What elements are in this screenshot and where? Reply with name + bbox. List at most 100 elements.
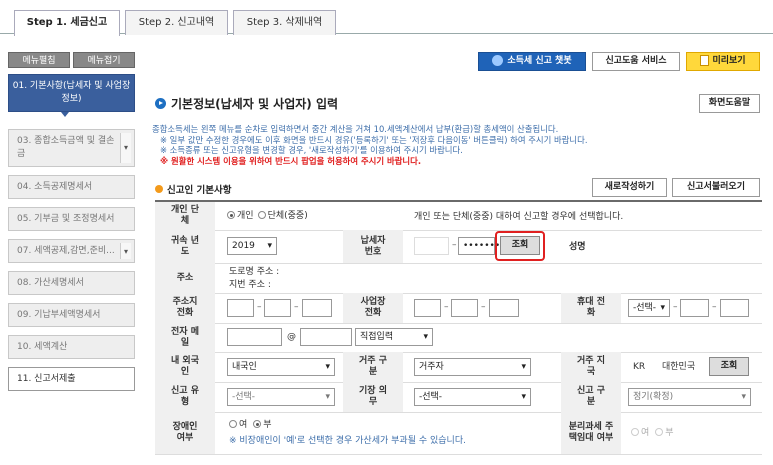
radio-personal[interactable] <box>227 211 235 219</box>
sidebar-item-deduction[interactable]: 04. 소득공제명세서 <box>8 175 135 199</box>
chatbot-button[interactable]: 소득세 신고 챗봇 <box>478 52 586 71</box>
mobile-3[interactable] <box>720 299 749 317</box>
sidebar-item-tax-credit[interactable]: 07. 세액공제,감면,준비... ▾ <box>8 239 135 263</box>
radio-group[interactable] <box>257 211 266 219</box>
chevron-down-icon[interactable]: ▾ <box>120 243 131 259</box>
country-lookup-button[interactable]: 조회 <box>709 357 749 376</box>
biz-phone-3[interactable] <box>489 299 519 317</box>
page-title-text: 기본정보(납세자 및 사업자) 입력 <box>171 97 339 111</box>
label-type: 개인 단체 <box>155 202 215 230</box>
disabled-radio-group[interactable]: 여부 <box>229 420 272 431</box>
mobile-2[interactable] <box>680 299 709 317</box>
bullet-icon <box>155 185 163 193</box>
radio-disabled-yes[interactable] <box>229 420 237 428</box>
desc-line-2: ※ 일부 값만 수정한 경우에도 이후 화면을 반드시 경유('등록하기' 또는… <box>160 134 588 145</box>
menu-expand-button[interactable]: 메뉴펼침 <box>8 52 70 68</box>
section-title-text: 신고인 기본사항 <box>167 185 232 196</box>
label-email: 전자 메일 <box>155 323 215 352</box>
sidebar: 메뉴펼침 메뉴접기 01. 기본사항(납세자 및 사업장정보) 03. 종합소득… <box>8 52 135 399</box>
preview-label: 미리보기 <box>712 56 746 66</box>
year-select[interactable]: 2019 <box>227 237 277 255</box>
email-domain-input[interactable] <box>300 328 352 346</box>
menu-collapse-button[interactable]: 메뉴접기 <box>73 52 135 68</box>
label-disabled: 장애인 여부 <box>155 412 215 454</box>
current-step-arrow-icon <box>61 112 69 117</box>
country-code: KR <box>633 362 646 372</box>
radio-no-label: 부 <box>665 428 674 438</box>
road-address: 도로명 주소 : <box>229 267 280 277</box>
radio-yes-label: 여 <box>239 420 248 430</box>
help-service-button[interactable]: 신고도움 서비스 <box>592 52 680 71</box>
play-circle-icon <box>155 98 166 109</box>
sidebar-item-penalty[interactable]: 08. 가산세명세서 <box>8 271 135 295</box>
desc-line-4: ※ 원활한 시스템 이용을 위하여 반드시 팝업을 허용하여 주시기 바랍니다. <box>160 155 422 166</box>
biz-phone-1[interactable] <box>414 299 441 317</box>
home-phone-3[interactable] <box>302 299 332 317</box>
label-booking: 기장 의무 <box>343 382 403 412</box>
chatbot-label: 소득세 신고 챗봇 <box>507 56 572 66</box>
label-year: 귀속 년도 <box>155 230 215 263</box>
label-taxpayer-id: 납세자 번호 <box>343 230 403 263</box>
report-type-select[interactable]: -선택- <box>227 388 335 406</box>
sidebar-item-prepaid[interactable]: 09. 기납부세액명세서 <box>8 303 135 327</box>
biz-phone-2[interactable] <box>451 299 478 317</box>
page-title: 기본정보(납세자 및 사업자) 입력 <box>155 95 338 112</box>
screen-help-button[interactable]: 화면도움말 <box>699 94 760 113</box>
radio-separate-yes[interactable] <box>631 428 639 436</box>
tab-step2[interactable]: Step 2. 신고내역 <box>125 10 228 35</box>
label-report-kind: 신고 구분 <box>561 382 621 412</box>
label-biz-phone: 사업장 전화 <box>343 293 403 323</box>
booking-select[interactable]: -선택- <box>414 388 531 406</box>
new-write-button[interactable]: 새로작성하기 <box>592 178 667 197</box>
sidebar-item-income[interactable]: 03. 종합소득금액 및 결손금 ▾ <box>8 129 135 167</box>
type-radio-group[interactable]: 개인 단체(중중) <box>227 211 308 222</box>
sidebar-item-basic-info[interactable]: 01. 기본사항(납세자 및 사업장정보) <box>8 74 135 112</box>
residence-select[interactable]: 거주자 <box>414 358 531 376</box>
section-title: 신고인 기본사항 <box>155 182 232 196</box>
radio-disabled-no[interactable] <box>253 420 262 428</box>
label-resident: 내 외국인 <box>155 352 215 382</box>
sidebar-item-tax-calc[interactable]: 10. 세액계산 <box>8 335 135 359</box>
taxpayer-id-front[interactable] <box>414 237 449 255</box>
radio-group-label: 단체(중중) <box>267 211 308 221</box>
type-note: 개인 또는 단체(중중) 대하여 신고할 경우에 선택합니다. <box>414 212 624 222</box>
at-sign: @ <box>287 332 296 342</box>
chevron-down-icon[interactable]: ▾ <box>120 133 131 163</box>
email-id-input[interactable] <box>227 328 282 346</box>
sidebar-item-label: 07. 세액공제,감면,준비... <box>17 246 115 256</box>
disabled-note: ※ 비장애인이 '예'로 선택한 경우 가산세가 부과될 수 있습니다. <box>229 436 466 446</box>
document-icon <box>700 55 710 66</box>
label-mobile: 휴대 전화 <box>561 293 621 323</box>
label-separate-tax: 분리과세 주택임대 여부 <box>561 412 621 454</box>
load-report-button[interactable]: 신고서불러오기 <box>672 178 760 197</box>
email-domain-select[interactable]: 직접입력 <box>355 328 433 346</box>
highlight-box <box>495 231 545 261</box>
tab-step3[interactable]: Step 3. 삭제내역 <box>233 10 336 35</box>
separate-radio-group[interactable]: 여부 <box>631 428 674 439</box>
mobile-prefix-select[interactable]: -선택- <box>628 299 670 317</box>
radio-yes-label: 여 <box>641 428 650 438</box>
tab-step1[interactable]: Step 1. 세금신고 <box>14 10 120 36</box>
report-kind-select[interactable]: 정기(확정) <box>628 388 751 406</box>
desc-line-1: 종합소득세는 왼쪽 메뉴를 순차로 입력하면서 중간 계산을 거쳐 10.세액계… <box>152 124 559 134</box>
radio-separate-no[interactable] <box>655 428 664 436</box>
chatbot-icon <box>492 55 504 66</box>
home-phone-1[interactable] <box>227 299 254 317</box>
label-report-type: 신고 유형 <box>155 382 215 412</box>
taxpayer-form: 개인 단체 개인 단체(중중) 개인 또는 단체(중중) 대하여 신고할 경우에 … <box>155 200 762 455</box>
radio-no-label: 부 <box>263 420 272 430</box>
label-name: 성명 <box>569 242 586 252</box>
radio-personal-label: 개인 <box>237 211 254 221</box>
sidebar-item-donation[interactable]: 05. 기부금 및 조정명세서 <box>8 207 135 231</box>
preview-button[interactable]: 미리보기 <box>686 52 760 71</box>
resident-select[interactable]: 내국인 <box>227 358 335 376</box>
home-phone-2[interactable] <box>264 299 291 317</box>
step-tabs: Step 1. 세금신고 Step 2. 신고내역 Step 3. 삭제내역 <box>0 0 773 36</box>
country-name: 대한민국 <box>662 362 696 372</box>
lot-address: 지번 주소 : <box>229 280 271 290</box>
label-home-phone: 주소지 전화 <box>155 293 215 323</box>
sidebar-item-submit[interactable]: 11. 신고서제출 <box>8 367 135 391</box>
page-description: 종합소득세는 왼쪽 메뉴를 순차로 입력하면서 중간 계산을 거쳐 10.세액계… <box>152 124 588 166</box>
taxpayer-id-back[interactable]: ••••••• <box>458 237 500 255</box>
label-country: 거주 지국 <box>561 352 621 382</box>
